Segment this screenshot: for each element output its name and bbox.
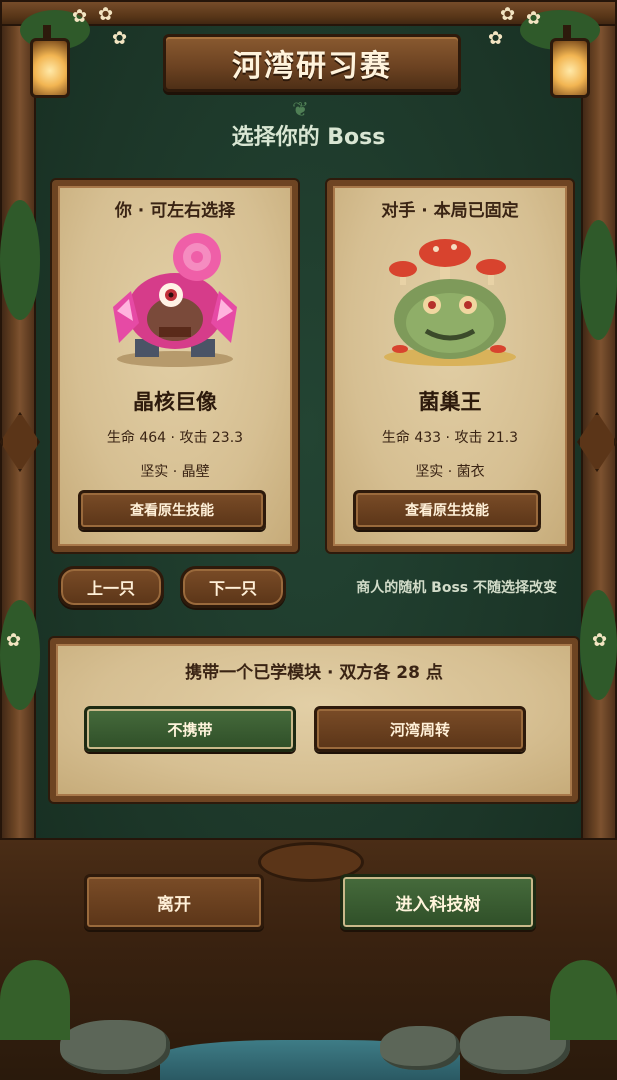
opponent-card-header: 对手 · 本局已固定 xyxy=(381,201,519,221)
opponent-boss-name: 菌巢王 xyxy=(418,390,482,414)
opponent-boss-traits: 坚实 · 菌衣 xyxy=(415,464,485,480)
flower-icon: ✿ xyxy=(488,28,504,49)
module-select-panel: 携带一个已学模块 · 双方各 28 点 不携带 河湾周转 xyxy=(50,638,578,802)
grass-decoration xyxy=(550,960,617,1040)
flower-icon: ✿ xyxy=(98,4,114,25)
player-boss-stats: 生命 464 · 攻击 23.3 xyxy=(106,430,244,446)
flower-icon: ✿ xyxy=(72,6,88,27)
leaf-ornament-icon: ❦ xyxy=(292,97,309,121)
vine-decoration xyxy=(0,600,40,710)
flower-icon: ✿ xyxy=(500,4,516,25)
page-subtitle: 选择你的 Boss xyxy=(231,125,386,150)
merchant-random-boss-note: 商人的随机 Boss 不随选择改变 xyxy=(356,580,557,596)
flower-icon: ✿ xyxy=(112,28,128,49)
module-option-none-button[interactable]: 不携带 xyxy=(84,706,296,752)
player-view-skills-button[interactable]: 查看原生技能 xyxy=(78,490,266,530)
grass-decoration xyxy=(0,960,70,1040)
flower-icon: ✿ xyxy=(526,8,542,29)
flower-icon: ✿ xyxy=(592,630,608,651)
lantern-icon xyxy=(550,25,590,98)
next-boss-button[interactable]: 下一只 xyxy=(180,566,286,608)
mushroom-king-boss-image xyxy=(384,239,516,366)
vine-decoration xyxy=(0,200,40,320)
flower-icon: ✿ xyxy=(6,630,22,651)
page-title: 河湾研习赛 xyxy=(163,34,461,92)
rock xyxy=(60,1020,170,1074)
prev-boss-button[interactable]: 上一只 xyxy=(58,566,164,608)
opponent-boss-card: 对手 · 本局已固定 菌巢王 生命 433 · 攻击 21.3 坚实 · 菌衣 … xyxy=(327,180,573,552)
crystal-golem-boss-image xyxy=(113,233,237,367)
leave-button[interactable]: 离开 xyxy=(84,874,264,930)
opponent-boss-stats: 生命 433 · 攻击 21.3 xyxy=(381,430,519,446)
enter-tech-tree-button[interactable]: 进入科技树 xyxy=(340,874,536,930)
module-select-title: 携带一个已学模块 · 双方各 28 点 xyxy=(185,663,443,683)
player-boss-name: 晶核巨像 xyxy=(133,390,217,414)
opponent-view-skills-button[interactable]: 查看原生技能 xyxy=(353,490,541,530)
player-boss-card: 你 · 可左右选择 晶核巨像 生命 464 · 攻击 23.3 坚实 · 晶壁 … xyxy=(52,180,298,552)
player-card-header: 你 · 可左右选择 xyxy=(114,201,236,221)
player-boss-traits: 坚实 · 晶壁 xyxy=(140,464,210,480)
module-option-riverbend-button[interactable]: 河湾周转 xyxy=(314,706,526,752)
rock xyxy=(380,1026,460,1070)
vine-decoration xyxy=(580,220,617,340)
lantern-icon xyxy=(30,25,70,98)
